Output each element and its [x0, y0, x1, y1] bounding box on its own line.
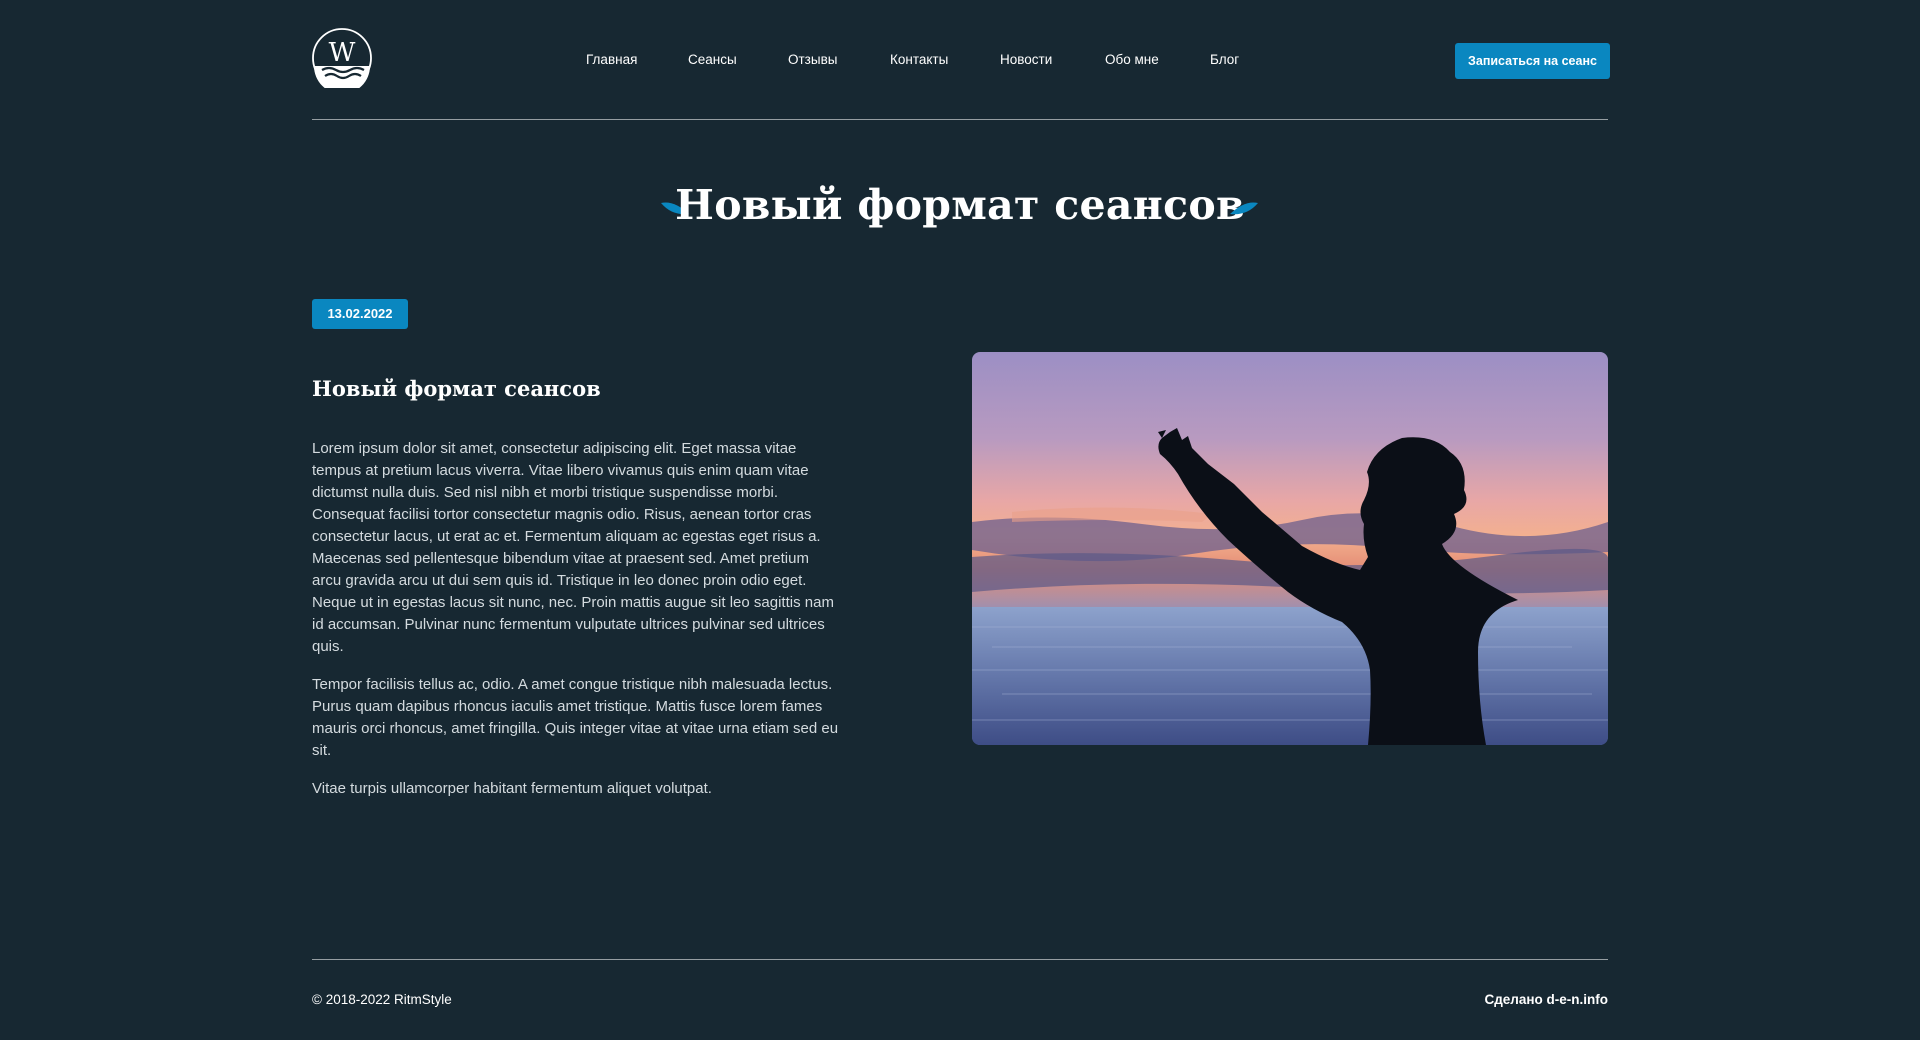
nav-item-reviews[interactable]: Отзывы: [788, 48, 837, 72]
footer-divider: [312, 959, 1608, 960]
article-paragraph: Tempor facilisis tellus ac, odio. A amet…: [312, 676, 839, 759]
nav-item-blog[interactable]: Блог: [1210, 48, 1239, 72]
main-nav: Главная Сеансы Отзывы Контакты Новости О…: [312, 48, 1608, 72]
page-title: Новый формат сеансов: [675, 181, 1245, 229]
date-badge: 13.02.2022: [312, 299, 408, 329]
nav-item-home[interactable]: Главная: [586, 48, 637, 72]
book-session-button[interactable]: Записаться на сеанс: [1455, 43, 1610, 79]
leaf-icon: [1230, 202, 1258, 215]
nav-item-sessions[interactable]: Сеансы: [688, 48, 737, 72]
copyright: © 2018-2022 RitmStyle: [312, 992, 452, 1007]
nav-item-news[interactable]: Новости: [1000, 48, 1052, 72]
article-paragraph: Vitae turpis ullamcorper habitant fermen…: [312, 780, 712, 797]
page: W Главная Сеансы Отзывы Контакты Новости…: [0, 0, 1920, 1040]
article-paragraph: Lorem ipsum dolor sit amet, consectetur …: [312, 440, 834, 655]
nav-item-about[interactable]: Обо мне: [1105, 48, 1159, 72]
article-title: Новый формат сеансов: [312, 376, 601, 401]
article-image: [972, 352, 1608, 745]
nav-item-contacts[interactable]: Контакты: [890, 48, 948, 72]
made-by-link[interactable]: Сделано d-e-n.info: [1484, 990, 1608, 1010]
site-header: W Главная Сеансы Отзывы Контакты Новости…: [312, 0, 1610, 120]
article-body: Lorem ipsum dolor sit amet, consectetur …: [312, 438, 842, 816]
